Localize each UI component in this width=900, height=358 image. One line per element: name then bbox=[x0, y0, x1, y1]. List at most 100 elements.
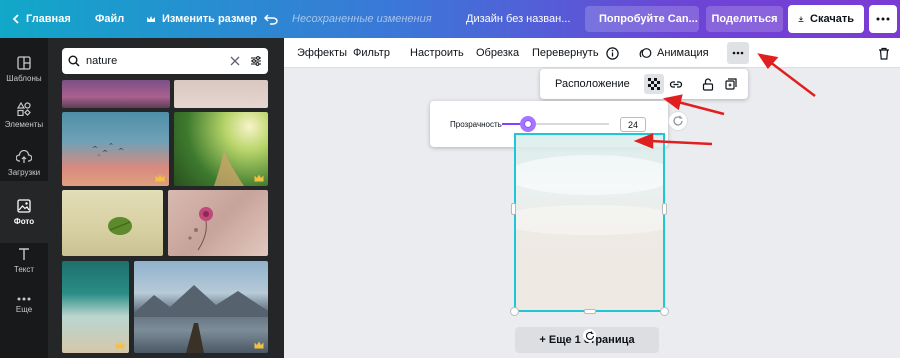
effects-button[interactable]: Эффекты bbox=[297, 38, 347, 68]
more-horizontal-icon bbox=[876, 17, 890, 21]
photo-thumbnail-lavender[interactable] bbox=[62, 80, 170, 108]
photo-thumbnail-birds-sunset[interactable] bbox=[62, 112, 169, 186]
share-button[interactable]: Поделиться bbox=[706, 6, 783, 32]
rotate-icon bbox=[673, 115, 683, 126]
home-label: Главная bbox=[26, 13, 71, 25]
rail-label: Фото bbox=[13, 216, 35, 226]
resize-label: Изменить размер bbox=[162, 13, 258, 25]
search-input[interactable]: nature bbox=[62, 48, 268, 74]
mountains-illustration bbox=[134, 285, 268, 353]
wave-foam bbox=[516, 205, 663, 235]
download-label: Скачать bbox=[810, 13, 854, 25]
toolbar-more-button[interactable] bbox=[727, 42, 749, 64]
text-icon bbox=[19, 247, 29, 260]
link-icon bbox=[669, 81, 683, 88]
rail-label: Элементы bbox=[4, 119, 44, 129]
leaf-illustration bbox=[108, 217, 132, 235]
rotate-button[interactable] bbox=[668, 111, 688, 131]
photo-thumbnail-pink-flower[interactable] bbox=[168, 190, 268, 256]
download-button[interactable]: Скачать bbox=[788, 5, 864, 33]
resize-handle-right[interactable] bbox=[662, 203, 667, 215]
home-button[interactable]: Главная bbox=[12, 0, 71, 38]
photo-icon bbox=[17, 198, 31, 213]
more-horizontal-icon bbox=[732, 51, 744, 55]
slider-thumb[interactable] bbox=[520, 116, 536, 132]
position-popup: Расположение bbox=[540, 69, 748, 99]
doc-title[interactable]: Дизайн без назван... bbox=[466, 0, 570, 38]
rail-label: Шаблоны bbox=[6, 73, 42, 83]
effects-label: Эффекты bbox=[297, 47, 348, 59]
crop-label: Обрезка bbox=[476, 47, 520, 59]
filter-label: Фильтр bbox=[353, 47, 390, 59]
rail-label: Текст bbox=[13, 264, 35, 274]
rail-label: Загрузки bbox=[7, 167, 41, 177]
photo-thumbnail-pale[interactable] bbox=[174, 80, 268, 108]
birds-illustration bbox=[92, 143, 124, 156]
undo-button[interactable] bbox=[264, 0, 284, 38]
premium-crown-icon bbox=[254, 174, 264, 182]
flower-illustration bbox=[188, 207, 213, 251]
try-premium-button[interactable]: Попробуйте Can... bbox=[585, 6, 699, 32]
lock-button[interactable] bbox=[698, 74, 718, 94]
file-label: Файл bbox=[95, 13, 125, 25]
rail-item-more[interactable]: Еще bbox=[0, 274, 48, 336]
search-icon bbox=[68, 55, 80, 67]
delete-button[interactable] bbox=[878, 38, 890, 68]
transparency-value-input[interactable]: 24 bbox=[620, 117, 646, 132]
premium-crown-icon bbox=[155, 174, 165, 182]
photo-thumbnail-mountain-lake[interactable] bbox=[134, 261, 268, 353]
transparency-button[interactable] bbox=[644, 74, 664, 94]
link-button[interactable] bbox=[666, 74, 686, 94]
info-icon bbox=[606, 46, 619, 60]
unsaved-status: Несохраненные изменения bbox=[292, 0, 432, 38]
resize-handle-bottom-right[interactable] bbox=[660, 307, 669, 316]
resize-button[interactable]: Изменить размер bbox=[146, 0, 257, 38]
animation-button[interactable]: Анимация bbox=[639, 38, 709, 68]
transparency-icon bbox=[648, 78, 660, 90]
left-rail: Шаблоны Элементы Загрузки Фото Текст Еще bbox=[0, 38, 48, 358]
flip-label: Перевернуть bbox=[532, 47, 599, 59]
editor-toolbar: Эффекты Фильтр Настроить Обрезка Перевер… bbox=[284, 38, 900, 68]
transparency-label: Прозрачность bbox=[450, 119, 502, 129]
design-page[interactable] bbox=[514, 133, 665, 312]
search-value: nature bbox=[86, 55, 118, 67]
share-label: Поделиться bbox=[711, 13, 778, 25]
duplicate-button[interactable] bbox=[721, 74, 741, 94]
rail-label: Еще bbox=[15, 304, 33, 314]
resize-handle-bottom-left[interactable] bbox=[510, 307, 519, 316]
adjust-label: Настроить bbox=[410, 47, 464, 59]
more-icon bbox=[17, 297, 31, 300]
filter-button[interactable]: Фильтр bbox=[353, 38, 390, 68]
resize-handle-left[interactable] bbox=[511, 203, 516, 215]
more-options-button[interactable] bbox=[869, 5, 897, 33]
crop-button[interactable]: Обрезка bbox=[476, 38, 519, 68]
transparency-slider[interactable] bbox=[502, 116, 609, 132]
duplicate-icon bbox=[725, 78, 737, 90]
upload-icon bbox=[16, 149, 32, 163]
premium-crown-icon bbox=[115, 341, 125, 349]
download-icon bbox=[798, 16, 804, 22]
photo-thumbnail-forest-path[interactable] bbox=[174, 112, 268, 186]
photo-thumbnail-aerial-beach[interactable] bbox=[62, 261, 129, 353]
doc-title-text: Дизайн без назван... bbox=[466, 13, 571, 25]
flip-button[interactable]: Перевернуть bbox=[532, 38, 599, 68]
position-button[interactable]: Расположение bbox=[555, 69, 630, 99]
wave-foam bbox=[516, 155, 663, 195]
adjust-button[interactable]: Настроить bbox=[410, 38, 464, 68]
templates-icon bbox=[17, 55, 31, 70]
unsaved-text: Несохраненные изменения bbox=[292, 13, 432, 25]
filter-settings-icon[interactable] bbox=[250, 55, 262, 67]
info-button[interactable] bbox=[606, 38, 619, 68]
crown-icon bbox=[147, 16, 155, 22]
rotate-icon bbox=[585, 331, 594, 340]
rotate-handle[interactable] bbox=[583, 329, 596, 342]
file-menu[interactable]: Файл bbox=[95, 0, 124, 38]
photo-thumbnail-leaf-sand[interactable] bbox=[62, 190, 163, 256]
resize-handle-bottom[interactable] bbox=[584, 309, 596, 314]
animation-label: Анимация bbox=[657, 47, 709, 59]
clear-search-icon[interactable] bbox=[230, 56, 240, 66]
premium-label: Попробуйте Can... bbox=[599, 13, 698, 25]
premium-crown-icon bbox=[254, 341, 264, 349]
photos-panel: nature bbox=[48, 38, 284, 358]
chevron-left-icon bbox=[12, 14, 19, 24]
